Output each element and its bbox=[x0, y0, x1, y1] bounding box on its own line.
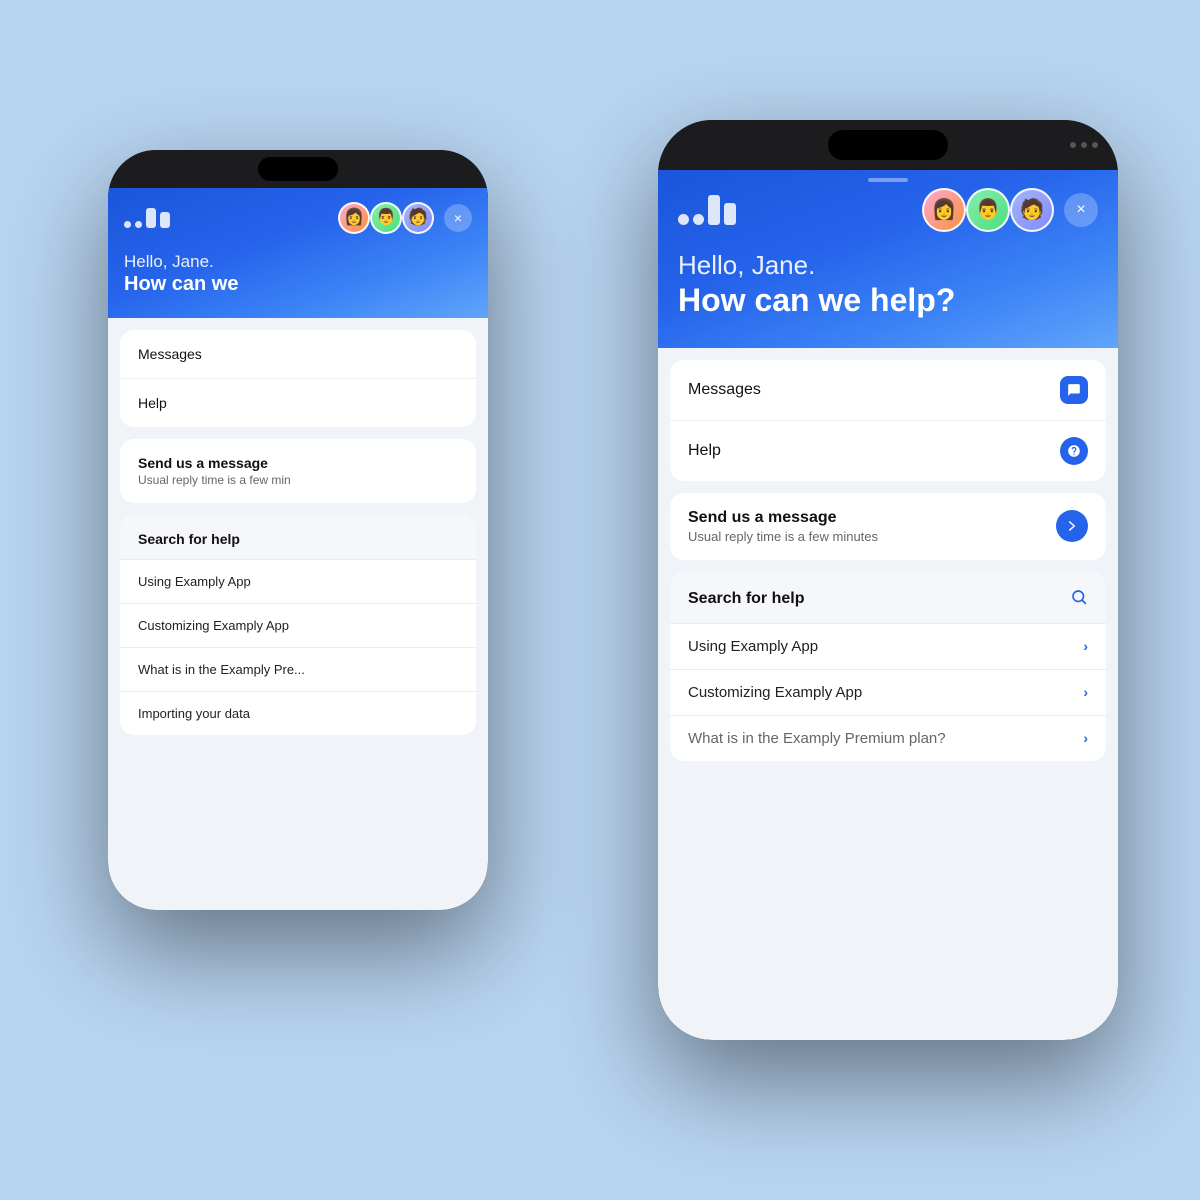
search-header-back: Search for help bbox=[120, 515, 476, 559]
app-body-front: Messages Help bbox=[658, 348, 1118, 1040]
messages-item-back[interactable]: Messages bbox=[120, 330, 476, 379]
close-button-back[interactable]: × bbox=[444, 204, 472, 232]
messages-label-back: Messages bbox=[138, 346, 202, 362]
search-item-2-front[interactable]: Customizing Examply App › bbox=[670, 669, 1106, 715]
search-header-label-back: Search for help bbox=[138, 531, 240, 547]
close-button-front[interactable]: × bbox=[1064, 193, 1098, 227]
app-header-front: 👩 👨 🧑 × bbox=[658, 170, 1118, 348]
phone-back: 👩 👨 🧑 × H bbox=[108, 150, 488, 910]
search-header-front: Search for help bbox=[670, 572, 1106, 623]
search-item-1-back[interactable]: Using Examply App bbox=[120, 559, 476, 603]
logo-dot-2 bbox=[135, 221, 142, 228]
logo-dot-f1 bbox=[678, 214, 689, 225]
search-item-3-front[interactable]: What is in the Examply Premium plan? › bbox=[670, 715, 1106, 761]
header-top-back: 👩 👨 🧑 × bbox=[124, 202, 472, 234]
search-card-front: Search for help Using Examply App › bbox=[670, 572, 1106, 761]
messages-icon bbox=[1060, 376, 1088, 404]
help-icon bbox=[1060, 437, 1088, 465]
nav-card-back: Messages Help bbox=[120, 330, 476, 427]
search-item-3-back[interactable]: What is in the Examply Pre... bbox=[120, 647, 476, 691]
send-message-subtitle-back: Usual reply time is a few min bbox=[138, 473, 291, 487]
messages-item-front[interactable]: Messages bbox=[670, 360, 1106, 421]
search-item-1-front[interactable]: Using Examply App › bbox=[670, 623, 1106, 669]
avatar-stack-back: 👩 👨 🧑 bbox=[338, 202, 434, 234]
logo-bar-f1 bbox=[708, 195, 720, 225]
avatar-stack-front: 👩 👨 🧑 bbox=[922, 188, 1054, 232]
chevron-icon-1: › bbox=[1083, 638, 1088, 654]
search-card-back: Search for help Using Examply App Custom… bbox=[120, 515, 476, 735]
avatar-3-front: 🧑 bbox=[1010, 188, 1054, 232]
notch-pill bbox=[828, 130, 948, 160]
notch-bar bbox=[658, 120, 1118, 170]
chat-icon bbox=[1067, 383, 1081, 397]
greeting-light-back: Hello, Jane. bbox=[124, 252, 472, 272]
logo-dot-1 bbox=[124, 221, 131, 228]
phone-back-screen: 👩 👨 🧑 × H bbox=[108, 150, 488, 910]
notch-dot-3 bbox=[1092, 142, 1098, 148]
phone-front: 👩 👨 🧑 × bbox=[658, 120, 1118, 1040]
avatar-3-back: 🧑 bbox=[402, 202, 434, 234]
drag-handle bbox=[868, 178, 908, 182]
logo-back bbox=[124, 208, 170, 228]
header-top-front: 👩 👨 🧑 × bbox=[678, 188, 1098, 232]
greeting-light-front: Hello, Jane. bbox=[678, 250, 1098, 281]
send-message-title-front: Send us a message bbox=[688, 509, 878, 527]
chevron-icon-2: › bbox=[1083, 684, 1088, 700]
greeting-bold-back: How can we bbox=[124, 272, 472, 296]
send-message-title-back: Send us a message bbox=[138, 455, 291, 471]
notch-dot-2 bbox=[1081, 142, 1087, 148]
avatar-2-back: 👨 bbox=[370, 202, 402, 234]
search-icon bbox=[1070, 588, 1088, 611]
notch-dots bbox=[1070, 142, 1098, 148]
app-header-back: 👩 👨 🧑 × H bbox=[108, 188, 488, 318]
send-message-subtitle-front: Usual reply time is a few minutes bbox=[688, 529, 878, 544]
logo-bar-2 bbox=[160, 212, 170, 228]
app-content-front: 👩 👨 🧑 × bbox=[658, 170, 1118, 1040]
header-right-back: 👩 👨 🧑 × bbox=[338, 202, 472, 234]
logo-bar-1 bbox=[146, 208, 156, 228]
help-item-front[interactable]: Help bbox=[670, 421, 1106, 481]
help-label-front: Help bbox=[688, 442, 721, 460]
avatar-1-back: 👩 bbox=[338, 202, 370, 234]
send-message-card-back[interactable]: Send us a message Usual reply time is a … bbox=[120, 439, 476, 503]
chevron-icon-3: › bbox=[1083, 730, 1088, 746]
app-content-back: 👩 👨 🧑 × H bbox=[108, 188, 488, 910]
app-body-back: Messages Help Send us a message Usual re… bbox=[108, 318, 488, 910]
search-item-4-back[interactable]: Importing your data bbox=[120, 691, 476, 735]
greeting-bold-front: How can we help? bbox=[678, 281, 1098, 319]
question-icon bbox=[1067, 444, 1081, 458]
messages-label-front: Messages bbox=[688, 381, 761, 399]
help-item-back[interactable]: Help bbox=[120, 379, 476, 427]
nav-card-front: Messages Help bbox=[670, 360, 1106, 481]
arrow-right-icon bbox=[1065, 519, 1079, 533]
send-message-card-front[interactable]: Send us a message Usual reply time is a … bbox=[670, 493, 1106, 560]
avatar-2-front: 👨 bbox=[966, 188, 1010, 232]
send-message-arrow bbox=[1056, 510, 1088, 542]
search-item-2-back[interactable]: Customizing Examply App bbox=[120, 603, 476, 647]
avatar-1-front: 👩 bbox=[922, 188, 966, 232]
notch-dot-1 bbox=[1070, 142, 1076, 148]
search-header-label-front: Search for help bbox=[688, 590, 804, 608]
logo-dot-f2 bbox=[693, 214, 704, 225]
header-right-front: 👩 👨 🧑 × bbox=[922, 188, 1098, 232]
help-label-back: Help bbox=[138, 395, 167, 411]
logo-front bbox=[678, 195, 736, 225]
logo-bar-f2 bbox=[724, 203, 736, 225]
phone-front-screen: 👩 👨 🧑 × bbox=[658, 120, 1118, 1040]
